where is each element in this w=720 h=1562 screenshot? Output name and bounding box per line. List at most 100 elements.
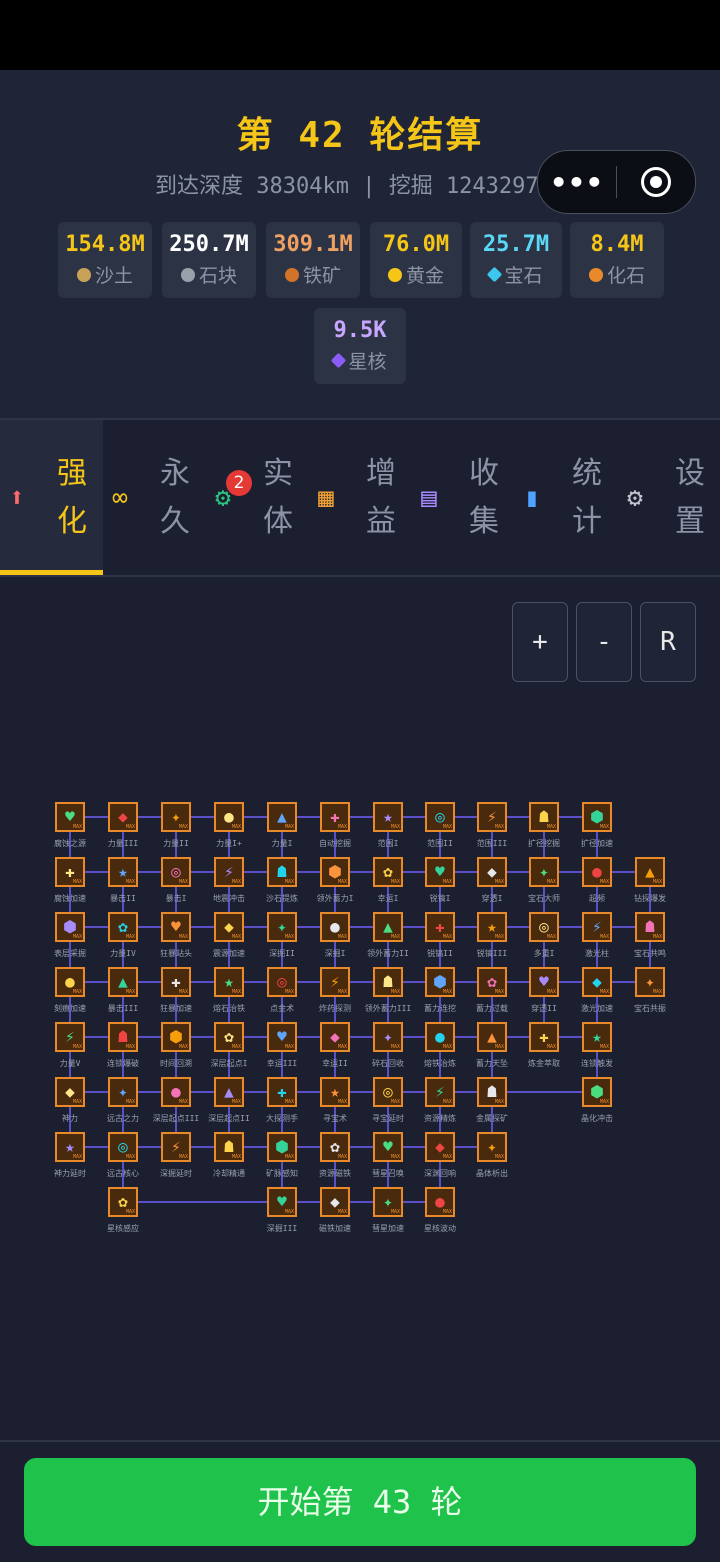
tab-buff[interactable]: ▦ 增益 xyxy=(309,420,412,575)
upgrade-node[interactable]: ☗ MAX xyxy=(214,1132,244,1162)
upgrade-node[interactable]: ▲ MAX xyxy=(108,967,138,997)
upgrade-node[interactable]: ✦ MAX xyxy=(108,1077,138,1107)
upgrade-node[interactable]: ✿ MAX xyxy=(373,857,403,887)
close-miniprogram-button[interactable] xyxy=(617,167,695,197)
upgrade-node[interactable]: ✦ MAX xyxy=(373,1187,403,1217)
upgrade-node[interactable]: ⚡ MAX xyxy=(320,967,350,997)
upgrade-node[interactable]: ● MAX xyxy=(161,1077,191,1107)
upgrade-node[interactable]: ● MAX xyxy=(425,1022,455,1052)
max-indicator: MAX xyxy=(72,1044,82,1050)
upgrade-node[interactable]: ✿ MAX xyxy=(108,912,138,942)
max-indicator: MAX xyxy=(337,1044,347,1050)
more-menu-button[interactable]: ••• xyxy=(538,166,616,199)
upgrade-node[interactable]: ✦ MAX xyxy=(267,912,297,942)
upgrade-node[interactable]: ◆ MAX xyxy=(582,967,612,997)
upgrade-node[interactable]: ● MAX xyxy=(320,912,350,942)
zoom-reset-button[interactable]: R xyxy=(640,602,696,682)
upgrade-node[interactable]: ◎ MAX xyxy=(373,1077,403,1107)
upgrade-node[interactable]: ★ MAX xyxy=(214,967,244,997)
upgrade-node[interactable]: ★ MAX xyxy=(108,857,138,887)
upgrade-node[interactable]: ⚡ MAX xyxy=(55,1022,85,1052)
upgrade-node[interactable]: ☗ MAX xyxy=(477,1077,507,1107)
upgrade-node[interactable]: ✦ MAX xyxy=(529,857,559,887)
upgrade-node[interactable]: ♥ MAX xyxy=(425,857,455,887)
resource-card: 76.0M 黄金 xyxy=(370,222,462,298)
upgrade-node[interactable]: ☗ MAX xyxy=(108,1022,138,1052)
zoom-in-button[interactable]: + xyxy=(512,602,568,682)
upgrade-node[interactable]: ◆ MAX xyxy=(425,1132,455,1162)
upgrade-node[interactable]: ◎ MAX xyxy=(161,857,191,887)
upgrade-node[interactable]: ◆ MAX xyxy=(320,1022,350,1052)
upgrade-node[interactable]: ★ MAX xyxy=(477,912,507,942)
tab-permanent[interactable]: ∞ 永久 xyxy=(103,420,206,575)
upgrade-node[interactable]: ⚡ MAX xyxy=(425,1077,455,1107)
upgrade-node[interactable]: ✿ MAX xyxy=(477,967,507,997)
upgrade-node[interactable]: ● MAX xyxy=(582,857,612,887)
tab-collection[interactable]: ▤ 收集 xyxy=(412,420,515,575)
upgrade-node[interactable]: ▲ MAX xyxy=(214,1077,244,1107)
upgrade-node[interactable]: ✚ MAX xyxy=(529,1022,559,1052)
upgrade-node[interactable]: ◎ MAX xyxy=(267,967,297,997)
upgrade-node[interactable]: ⬢ MAX xyxy=(320,857,350,887)
upgrade-node[interactable]: ◎ MAX xyxy=(529,912,559,942)
upgrade-node[interactable]: ◎ MAX xyxy=(108,1132,138,1162)
upgrade-node[interactable]: ⚡ MAX xyxy=(582,912,612,942)
upgrade-node[interactable]: ⚡ MAX xyxy=(477,802,507,832)
tab-settings[interactable]: ⚙ 设置 xyxy=(618,420,720,575)
upgrade-node[interactable]: ☗ MAX xyxy=(373,967,403,997)
upgrade-node[interactable]: ⬢ MAX xyxy=(161,1022,191,1052)
upgrade-node[interactable]: ✦ MAX xyxy=(161,802,191,832)
upgrade-node[interactable]: ⬢ MAX xyxy=(425,967,455,997)
upgrade-node[interactable]: ♥ MAX xyxy=(373,1132,403,1162)
upgrade-node[interactable]: ♥ MAX xyxy=(267,1022,297,1052)
start-next-round-button[interactable]: 开始第 43 轮 xyxy=(24,1458,696,1546)
upgrade-node[interactable]: ✚ MAX xyxy=(320,802,350,832)
upgrade-node[interactable]: ● MAX xyxy=(55,967,85,997)
upgrade-node[interactable]: ✿ MAX xyxy=(320,1132,350,1162)
upgrade-node[interactable]: ★ MAX xyxy=(582,1022,612,1052)
upgrade-node[interactable]: ♥ MAX xyxy=(161,912,191,942)
tab-entity[interactable]: ⚙ 实体 xyxy=(206,420,309,575)
upgrade-node[interactable]: ▲ MAX xyxy=(267,802,297,832)
upgrade-node[interactable]: ✿ MAX xyxy=(214,1022,244,1052)
upgrade-node[interactable]: ▲ MAX xyxy=(477,1022,507,1052)
upgrade-node[interactable]: ● MAX xyxy=(425,1187,455,1217)
upgrade-node[interactable]: ✚ MAX xyxy=(425,912,455,942)
upgrade-node[interactable]: ☗ MAX xyxy=(635,912,665,942)
upgrade-node[interactable]: ★ MAX xyxy=(320,1077,350,1107)
upgrade-node[interactable]: ⬢ MAX xyxy=(582,802,612,832)
upgrade-node[interactable]: ⬢ MAX xyxy=(267,1132,297,1162)
upgrade-node[interactable]: ◆ MAX xyxy=(477,857,507,887)
upgrade-node[interactable]: ✚ MAX xyxy=(267,1077,297,1107)
upgrade-node[interactable]: ◎ MAX xyxy=(425,802,455,832)
upgrade-node[interactable]: ● MAX xyxy=(214,802,244,832)
upgrade-node[interactable]: ♥ MAX xyxy=(267,1187,297,1217)
upgrade-node[interactable]: ♥ MAX xyxy=(529,967,559,997)
upgrade-node[interactable]: ♥ MAX xyxy=(55,802,85,832)
upgrade-node[interactable]: ✦ MAX xyxy=(373,1022,403,1052)
tab-upgrade[interactable]: ⬆ 强化 xyxy=(0,420,103,575)
upgrade-node[interactable]: ▲ MAX xyxy=(635,857,665,887)
upgrade-node[interactable]: ◆ MAX xyxy=(108,802,138,832)
upgrade-node[interactable]: ☗ MAX xyxy=(529,802,559,832)
upgrade-node[interactable]: ★ MAX xyxy=(55,1132,85,1162)
upgrade-node[interactable]: ☗ MAX xyxy=(267,857,297,887)
upgrade-node[interactable]: ✦ MAX xyxy=(477,1132,507,1162)
upgrade-node[interactable]: ⬢ MAX xyxy=(55,912,85,942)
upgrade-node-label: 沙石提炼 xyxy=(266,894,298,903)
upgrade-node[interactable]: ◆ MAX xyxy=(55,1077,85,1107)
upgrade-node[interactable]: ✚ MAX xyxy=(55,857,85,887)
upgrade-node[interactable]: ▲ MAX xyxy=(373,912,403,942)
upgrade-node[interactable]: ◆ MAX xyxy=(320,1187,350,1217)
tab-stats[interactable]: ▮ 统计 xyxy=(515,420,618,575)
zoom-out-button[interactable]: - xyxy=(576,602,632,682)
upgrade-node[interactable]: ⚡ MAX xyxy=(214,857,244,887)
upgrade-node[interactable]: ◆ MAX xyxy=(214,912,244,942)
upgrade-node[interactable]: ⬢ MAX xyxy=(582,1077,612,1107)
max-indicator: MAX xyxy=(494,1044,504,1050)
upgrade-node[interactable]: ✚ MAX xyxy=(161,967,191,997)
upgrade-node[interactable]: ✿ MAX xyxy=(108,1187,138,1217)
upgrade-node[interactable]: ✦ MAX xyxy=(635,967,665,997)
upgrade-node[interactable]: ⚡ MAX xyxy=(161,1132,191,1162)
upgrade-node[interactable]: ★ MAX xyxy=(373,802,403,832)
